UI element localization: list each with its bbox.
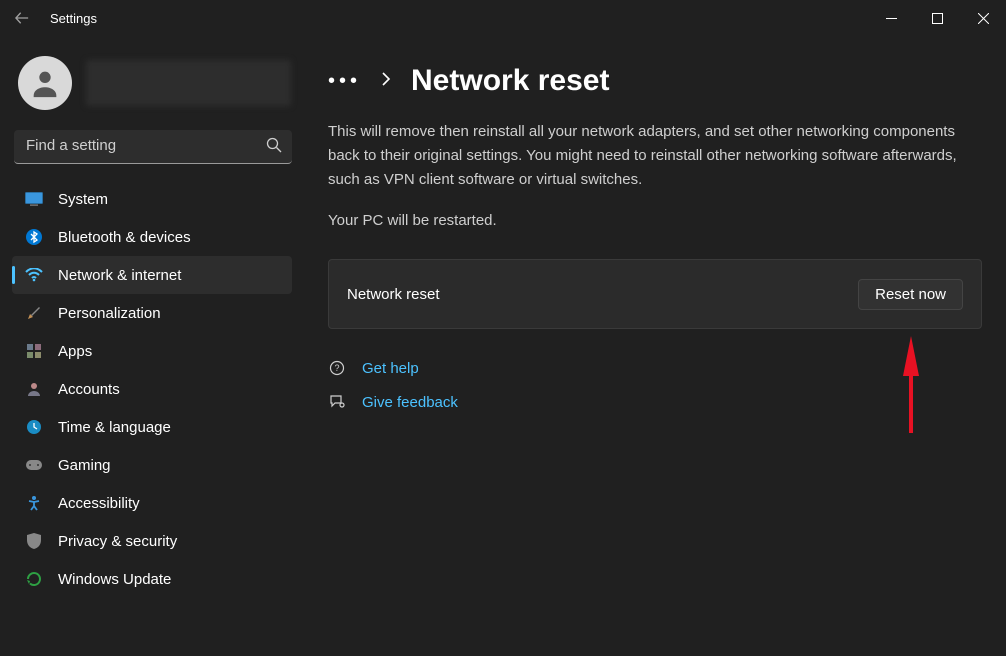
system-icon — [24, 189, 44, 209]
accessibility-icon — [24, 493, 44, 513]
sidebar-item-network[interactable]: Network & internet — [12, 256, 292, 294]
main-content: ••• Network reset This will remove then … — [300, 36, 1006, 656]
avatar — [18, 56, 72, 110]
sidebar-item-time-language[interactable]: Time & language — [12, 408, 292, 446]
maximize-icon — [932, 13, 943, 24]
get-help-link[interactable]: Get help — [362, 360, 419, 377]
minimize-icon — [886, 13, 897, 24]
sidebar-item-privacy[interactable]: Privacy & security — [12, 522, 292, 560]
sidebar-item-gaming[interactable]: Gaming — [12, 446, 292, 484]
card-label: Network reset — [347, 286, 440, 303]
sidebar-item-bluetooth[interactable]: Bluetooth & devices — [12, 218, 292, 256]
give-feedback-link[interactable]: Give feedback — [362, 394, 458, 411]
sidebar-item-label: Accessibility — [58, 495, 140, 512]
help-links: ? Get help Give feedback — [328, 359, 982, 411]
gamepad-icon — [24, 455, 44, 475]
restart-notice: Your PC will be restarted. — [328, 212, 982, 229]
sidebar-item-apps[interactable]: Apps — [12, 332, 292, 370]
chevron-right-icon — [381, 72, 391, 91]
close-button[interactable] — [960, 0, 1006, 36]
description: This will remove then reinstall all your… — [328, 120, 968, 192]
sidebar-item-label: Time & language — [58, 419, 171, 436]
sidebar-item-label: Personalization — [58, 305, 161, 322]
help-icon: ? — [328, 359, 346, 377]
breadcrumb-more-icon[interactable]: ••• — [328, 70, 361, 93]
sidebar-item-label: Privacy & security — [58, 533, 177, 550]
sidebar: System Bluetooth & devices Network & int… — [0, 36, 300, 656]
maximize-button[interactable] — [914, 0, 960, 36]
window-controls — [868, 0, 1006, 36]
apps-icon — [24, 341, 44, 361]
get-help-row[interactable]: ? Get help — [328, 359, 982, 377]
user-info-redacted — [86, 60, 291, 106]
update-icon — [24, 569, 44, 589]
search-icon — [266, 137, 282, 158]
svg-text:?: ? — [334, 363, 339, 373]
titlebar: Settings — [0, 0, 1006, 36]
give-feedback-row[interactable]: Give feedback — [328, 393, 982, 411]
search-input[interactable] — [14, 130, 292, 164]
person-icon — [28, 66, 62, 100]
paintbrush-icon — [24, 303, 44, 323]
sidebar-item-label: Apps — [58, 343, 92, 360]
accounts-icon — [24, 379, 44, 399]
sidebar-item-accounts[interactable]: Accounts — [12, 370, 292, 408]
reset-now-button[interactable]: Reset now — [858, 279, 963, 310]
search-box[interactable] — [14, 130, 292, 164]
minimize-button[interactable] — [868, 0, 914, 36]
shield-icon — [24, 531, 44, 551]
bluetooth-icon — [24, 227, 44, 247]
window-title: Settings — [50, 11, 97, 26]
sidebar-item-label: Network & internet — [58, 267, 181, 284]
sidebar-item-accessibility[interactable]: Accessibility — [12, 484, 292, 522]
sidebar-item-label: Gaming — [58, 457, 111, 474]
arrow-left-icon — [15, 11, 29, 25]
network-reset-card: Network reset Reset now — [328, 259, 982, 329]
sidebar-item-label: Bluetooth & devices — [58, 229, 191, 246]
sidebar-item-windows-update[interactable]: Windows Update — [12, 560, 292, 598]
sidebar-nav: System Bluetooth & devices Network & int… — [12, 180, 300, 598]
page-title: Network reset — [411, 64, 609, 98]
sidebar-item-label: Windows Update — [58, 571, 171, 588]
sidebar-item-personalization[interactable]: Personalization — [12, 294, 292, 332]
sidebar-item-label: System — [58, 191, 108, 208]
sidebar-item-system[interactable]: System — [12, 180, 292, 218]
feedback-icon — [328, 393, 346, 411]
user-profile[interactable] — [12, 44, 300, 130]
clock-icon — [24, 417, 44, 437]
back-button[interactable] — [10, 6, 34, 30]
close-icon — [978, 13, 989, 24]
sidebar-item-label: Accounts — [58, 381, 120, 398]
wifi-icon — [24, 265, 44, 285]
breadcrumb: ••• Network reset — [328, 64, 982, 98]
